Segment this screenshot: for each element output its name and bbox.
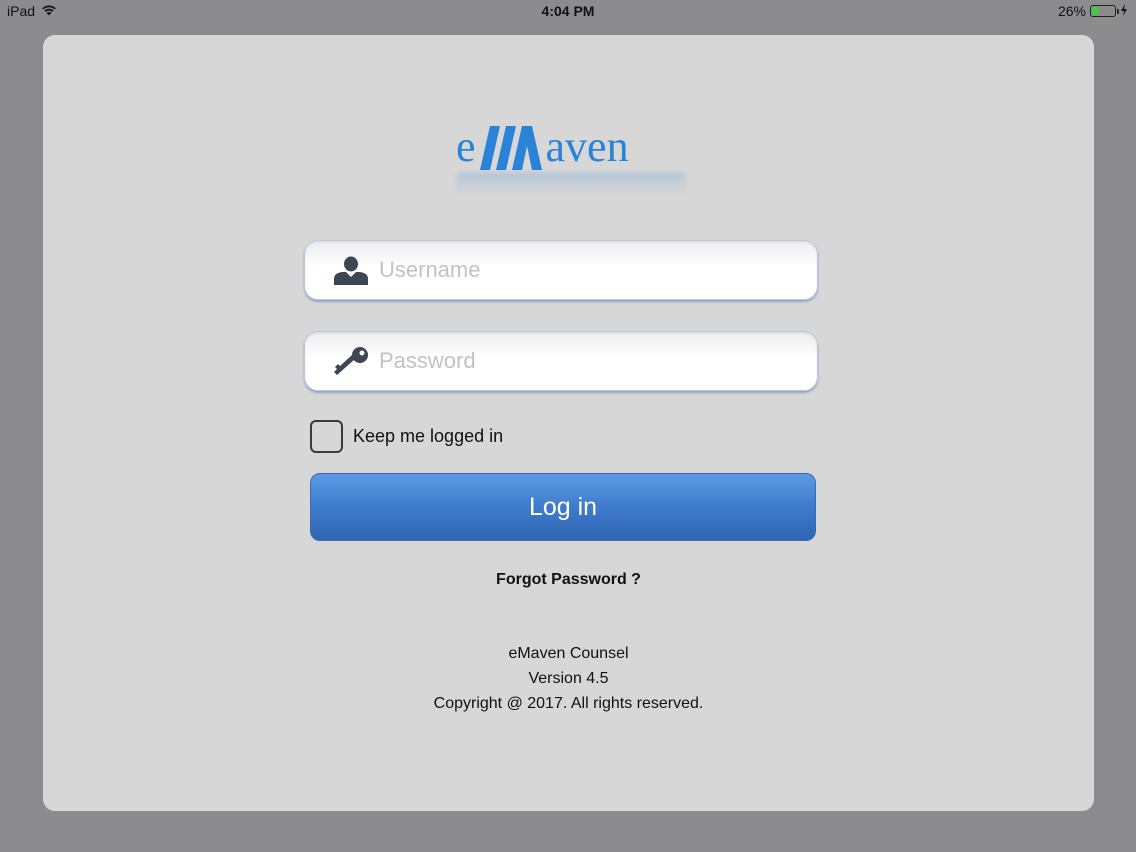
- copyright-text: Copyright @ 2017. All rights reserved.: [433, 695, 704, 712]
- logo-m-icon: [479, 126, 542, 170]
- status-time: 4:04 PM: [541, 3, 595, 19]
- emaven-logo: e aven: [456, 120, 686, 200]
- forgot-password-link[interactable]: Forgot Password ?: [43, 571, 1094, 589]
- password-input[interactable]: [379, 341, 817, 381]
- username-field[interactable]: [304, 240, 818, 300]
- status-right: 26%: [1058, 3, 1128, 19]
- logo-suffix: aven: [545, 122, 629, 171]
- charging-icon: [1120, 3, 1128, 19]
- keep-logged-in-label: Keep me logged in: [353, 426, 504, 446]
- key-icon: [331, 345, 371, 377]
- app-name: eMaven Counsel: [508, 645, 629, 662]
- username-input[interactable]: [379, 250, 817, 290]
- battery-fill: [1092, 7, 1098, 15]
- app-version: Version 4.5: [528, 670, 609, 687]
- logo-prefix: e: [456, 122, 476, 171]
- footer-info: eMaven Counsel Version 4.5 Copyright @ 2…: [43, 641, 1094, 716]
- status-bar: iPad 4:04 PM 26%: [0, 0, 1136, 24]
- user-icon: [331, 254, 371, 286]
- login-button[interactable]: Log in: [310, 473, 816, 541]
- keep-logged-in-checkbox[interactable]: [310, 420, 343, 453]
- keep-logged-in[interactable]: Keep me logged in: [310, 420, 503, 453]
- battery-icon: [1090, 5, 1119, 17]
- battery-percent: 26%: [1057, 3, 1086, 19]
- password-field[interactable]: [304, 331, 818, 391]
- logo-reflection: [456, 172, 686, 196]
- logo-wordmark: e aven: [456, 120, 686, 172]
- login-card: e aven Username Keep me logged in Log in…: [43, 35, 1094, 811]
